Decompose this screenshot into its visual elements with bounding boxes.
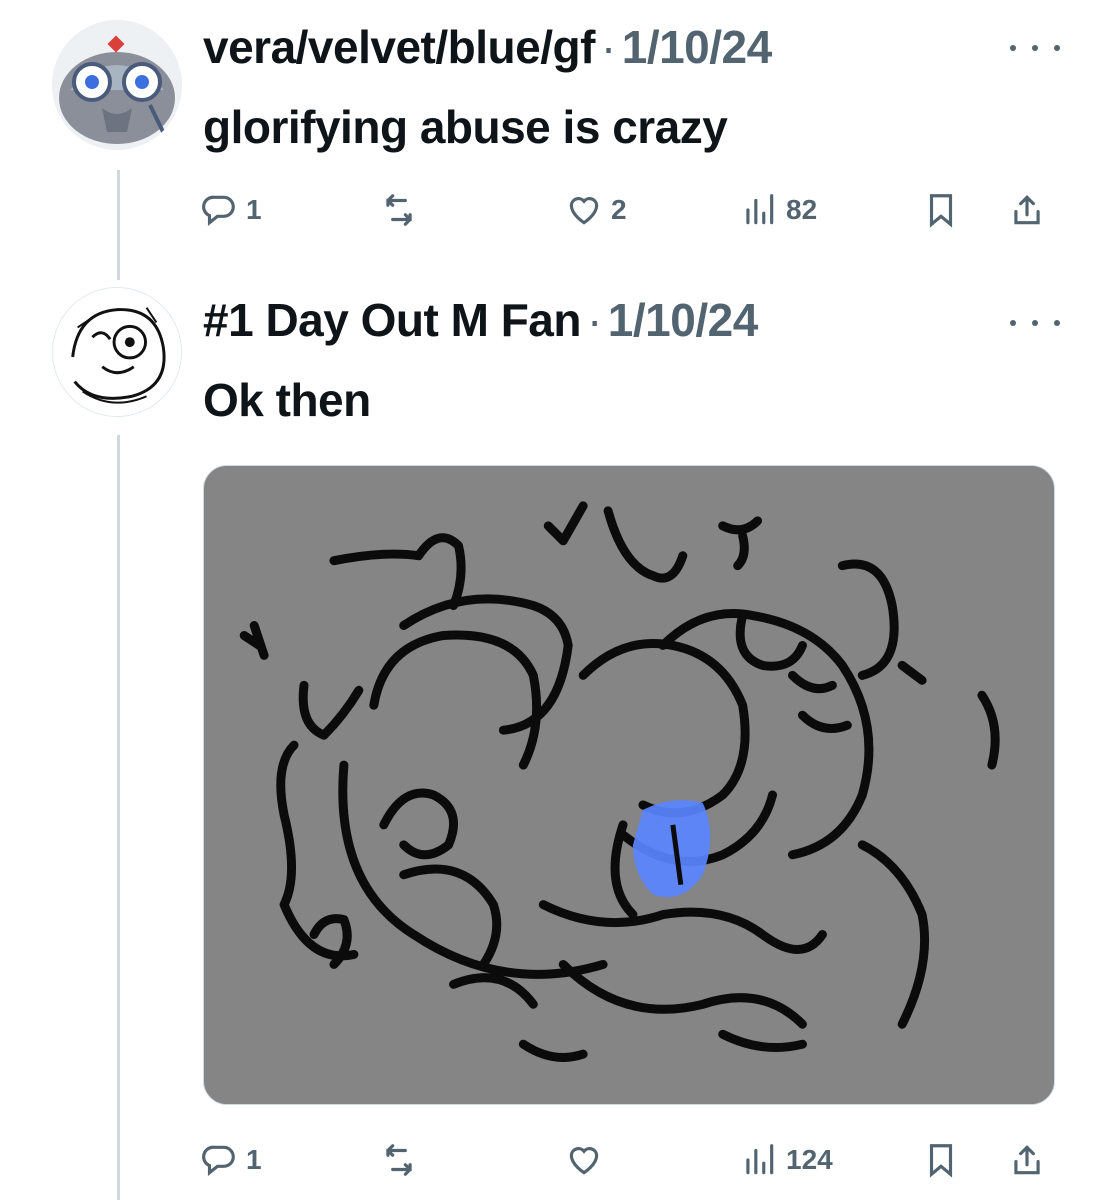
retweet-icon [386, 1144, 412, 1176]
action-bar: 1 124 [200, 1135, 1060, 1185]
more-options-icon[interactable] [1010, 308, 1060, 338]
avatar-robot-cat-icon [52, 20, 182, 150]
heart-icon [569, 197, 599, 225]
tweet-text: Ok then [203, 374, 371, 426]
author-name[interactable]: vera/velvet/blue/gf [203, 17, 595, 77]
views-button[interactable]: 82 [740, 185, 817, 235]
more-options-icon[interactable] [1010, 33, 1060, 63]
reply-count: 1 [246, 1144, 262, 1175]
share-icon [1014, 1145, 1040, 1175]
views-button[interactable]: 124 [740, 1135, 833, 1185]
share-button[interactable] [1008, 185, 1046, 235]
separator-dot: · [586, 294, 602, 346]
views-count: 124 [786, 1144, 833, 1175]
action-bar: 1 2 82 [200, 185, 1060, 235]
tweet-1[interactable]: vera/velvet/blue/gf · 1/10/24 glorifying… [0, 0, 1108, 280]
reply-count: 1 [246, 194, 262, 225]
tweet-text: glorifying abuse is crazy [203, 101, 728, 153]
reply-button[interactable]: 1 [200, 1135, 262, 1185]
tweet-header: vera/velvet/blue/gf · 1/10/24 [203, 17, 772, 77]
tweet-media-image[interactable] [203, 465, 1055, 1105]
bookmark-icon [929, 1144, 953, 1178]
views-icon [746, 1144, 774, 1175]
reply-icon [202, 195, 235, 226]
tweet-date[interactable]: 1/10/24 [608, 290, 758, 350]
like-count: 2 [611, 194, 627, 225]
reply-icon [202, 1145, 235, 1176]
bookmark-button[interactable] [922, 1135, 960, 1185]
views-icon [746, 194, 774, 225]
avatar-sketch-icon [53, 288, 181, 416]
share-icon [1014, 195, 1040, 225]
like-button[interactable] [565, 1135, 611, 1185]
separator-dot: · [600, 21, 616, 73]
bookmark-button[interactable] [922, 185, 960, 235]
like-button[interactable]: 2 [565, 185, 627, 235]
retweet-button[interactable] [380, 185, 426, 235]
tweet-header: #1 Day Out M Fan · 1/10/24 [203, 290, 758, 350]
avatar[interactable] [52, 287, 182, 417]
retweet-icon [386, 194, 412, 226]
retweet-button[interactable] [380, 1135, 426, 1185]
reply-button[interactable]: 1 [200, 185, 262, 235]
sketch-drawing-image [204, 466, 1054, 1104]
author-name[interactable]: #1 Day Out M Fan [203, 290, 581, 350]
views-count: 82 [786, 194, 818, 225]
heart-icon [569, 1147, 599, 1175]
avatar[interactable] [52, 20, 182, 150]
bookmark-icon [929, 194, 953, 228]
tweet-date[interactable]: 1/10/24 [622, 17, 772, 77]
share-button[interactable] [1008, 1135, 1046, 1185]
